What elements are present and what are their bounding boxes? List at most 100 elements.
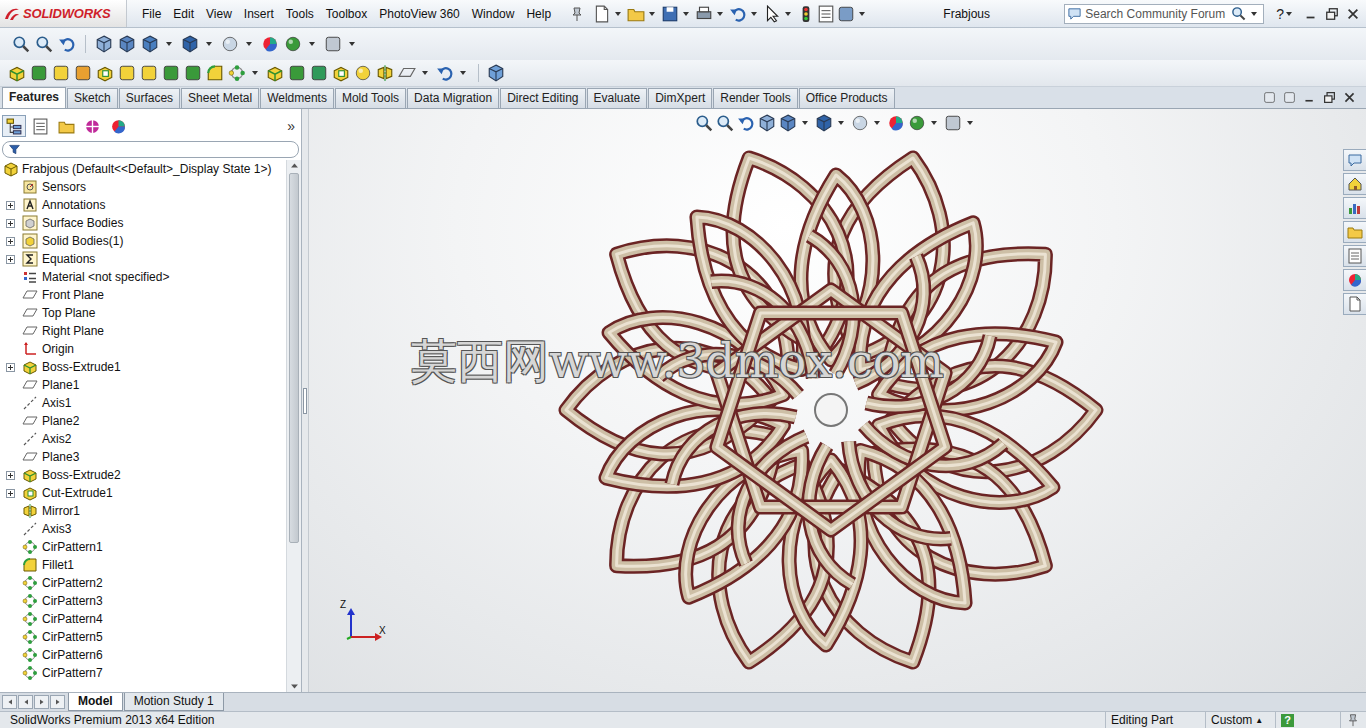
scroll-up-icon[interactable] [289,160,300,171]
expand-toggle-icon[interactable] [6,255,15,264]
panel-splitter[interactable] [302,109,309,692]
graphics-area[interactable]: 莫西网www.3dmox.comZX [309,109,1366,692]
tree-item[interactable]: CirPattern1 [0,538,286,556]
command-tab[interactable]: Mold Tools [335,88,406,108]
tab-nav-button[interactable] [18,695,33,709]
select-cursor-icon[interactable] [763,5,781,23]
tree-item[interactable]: Plane1 [0,376,286,394]
menu-item[interactable]: File [136,5,167,23]
rebuild-status-icon[interactable] [1346,713,1360,727]
file-properties-icon[interactable] [817,5,835,23]
tree-item[interactable]: Plane2 [0,412,286,430]
edit-appearance-icon[interactable] [887,114,905,132]
undo-icon[interactable] [729,5,747,23]
search-box[interactable] [1064,4,1264,24]
tree-item[interactable]: Axis3 [0,520,286,538]
expand-toggle-icon[interactable] [6,489,15,498]
solidworks-logo[interactable]: SOLIDWORKS [0,0,127,27]
apply-scene-icon[interactable] [284,35,302,53]
apply-scene-icon[interactable] [908,114,926,132]
tree-item[interactable]: Origin [0,340,286,358]
tree-item[interactable]: CirPattern6 [0,646,286,664]
tree-item[interactable]: Cut-Extrude1 [0,484,286,502]
tree-item[interactable]: Front Plane [0,286,286,304]
task-pane-button[interactable] [1343,197,1366,219]
view-orientation-icon[interactable] [118,35,136,53]
menu-item[interactable]: Toolbox [320,5,373,23]
menu-item[interactable]: Help [520,5,557,23]
tree-item[interactable]: Sensors [0,178,286,196]
expand-toggle-icon[interactable] [6,219,15,228]
lofted-cut-icon[interactable] [184,64,202,82]
scroll-thumb[interactable] [289,173,299,543]
command-tab[interactable]: DimXpert [648,88,712,108]
command-tab[interactable]: Weldments [260,88,334,108]
zoom-to-fit-icon[interactable] [695,114,713,132]
hole-wizard-icon[interactable] [118,64,136,82]
hide-show-items-icon[interactable] [851,114,869,132]
dropdown-arrow-icon[interactable] [802,121,808,125]
tree-item[interactable]: Mirror1 [0,502,286,520]
rebuild-icon[interactable] [797,5,815,23]
zoom-area-icon[interactable] [35,35,53,53]
expand-toggle-icon[interactable] [6,363,15,372]
manager-tab[interactable] [80,115,104,137]
tree-item[interactable]: CirPattern2 [0,574,286,592]
standard-views-icon[interactable] [141,35,159,53]
dynamic-annotation-icon[interactable] [779,114,797,132]
tree-item[interactable]: CirPattern3 [0,592,286,610]
task-pane-button[interactable] [1343,149,1366,171]
command-tab[interactable]: Direct Editing [500,88,585,108]
tile-vertical-icon[interactable] [1283,91,1296,104]
command-tab[interactable]: Evaluate [587,88,648,108]
swept-boss-icon[interactable] [52,64,70,82]
menu-item[interactable]: View [200,5,238,23]
dropdown-arrow-icon[interactable] [683,12,689,16]
tree-item[interactable]: Right Plane [0,322,286,340]
open-folder-icon[interactable] [627,5,645,23]
expand-panel-button[interactable]: » [287,118,295,134]
view-settings-icon[interactable] [944,114,962,132]
dropdown-arrow-icon[interactable] [246,42,252,46]
quick-tips-button[interactable]: ? [1281,714,1294,727]
tree-item[interactable]: Fillet1 [0,556,286,574]
save-icon[interactable] [661,5,679,23]
dropdown-arrow-icon[interactable] [859,12,865,16]
new-document-icon[interactable] [593,5,611,23]
search-magnifier-icon[interactable] [1231,6,1246,21]
section-view-icon[interactable] [758,114,776,132]
tree-root[interactable]: Frabjous (Default<<Default>_Display Stat… [0,160,286,178]
tree-filter[interactable] [2,141,299,158]
dome-icon[interactable] [354,64,372,82]
previous-view-icon[interactable] [58,35,76,53]
menu-item[interactable]: Edit [167,5,200,23]
tab-nav-button[interactable] [50,695,65,709]
dropdown-arrow-icon[interactable] [1286,12,1292,16]
menu-item[interactable]: Insert [238,5,280,23]
previous-view-icon[interactable] [737,114,755,132]
dropdown-arrow-icon[interactable] [931,121,937,125]
manager-tab[interactable] [106,115,130,137]
task-pane-button[interactable] [1343,269,1366,291]
curves-icon[interactable] [436,64,454,82]
units-selector[interactable]: Custom▲ [1205,712,1275,728]
tree-item[interactable]: Annotations [0,196,286,214]
command-tab[interactable]: Data Migration [407,88,499,108]
command-tab[interactable]: Features [2,87,66,108]
lofted-boss-icon[interactable] [74,64,92,82]
dropdown-arrow-icon[interactable] [422,71,428,75]
expand-toggle-icon[interactable] [6,237,15,246]
view-settings-icon[interactable] [324,35,342,53]
minimize-icon[interactable] [1304,7,1318,21]
tree-item[interactable]: Axis1 [0,394,286,412]
command-tab[interactable]: Sketch [67,88,118,108]
zoom-area-icon[interactable] [716,114,734,132]
task-pane-button[interactable] [1343,245,1366,267]
dropdown-arrow-icon[interactable] [649,12,655,16]
shell-icon[interactable] [310,64,328,82]
splitter-handle[interactable] [303,388,307,414]
manager-tab[interactable] [54,115,78,137]
tree-item[interactable]: Solid Bodies(1) [0,232,286,250]
tree-item[interactable]: Top Plane [0,304,286,322]
dropdown-arrow-icon[interactable] [615,12,621,16]
